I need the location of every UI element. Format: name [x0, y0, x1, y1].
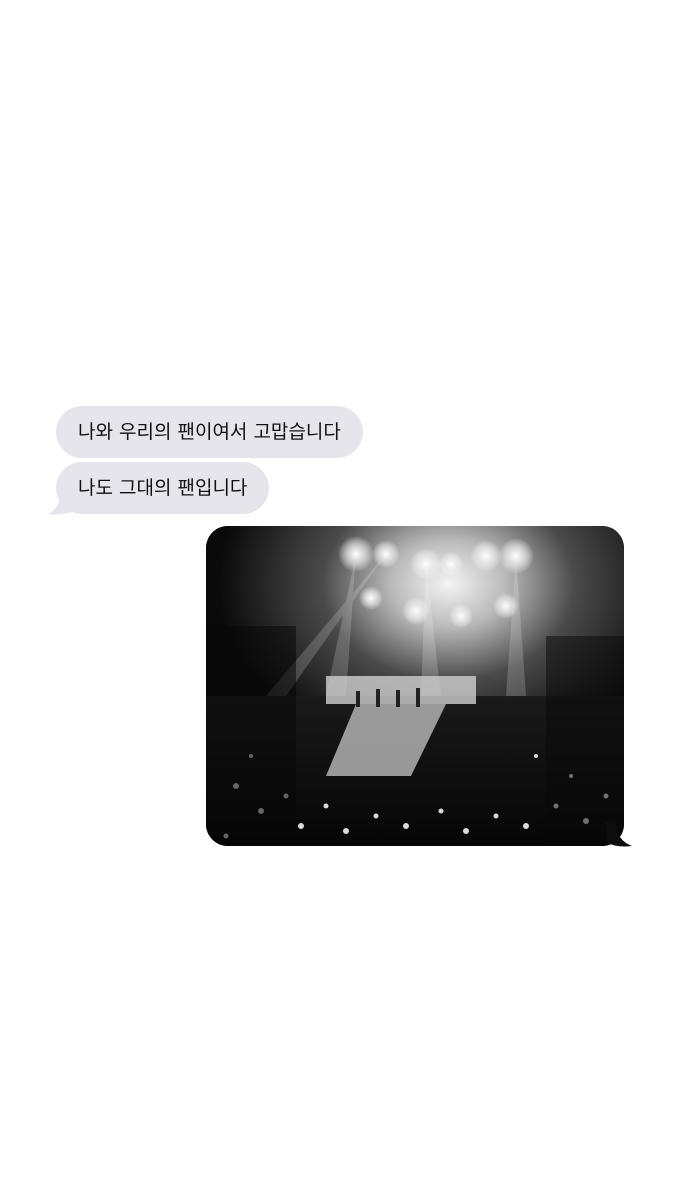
concert-stage-photo	[206, 526, 624, 846]
incoming-bubble-tail	[48, 494, 76, 515]
outgoing-photo-message[interactable]	[206, 526, 624, 846]
message-thread: 나와 우리의 팬이여서 고맙습니다 나도 그대의 팬입니다	[0, 0, 675, 1200]
incoming-message-bubble[interactable]: 나도 그대의 팬입니다	[56, 462, 270, 514]
incoming-message-bubble[interactable]: 나와 우리의 팬이여서 고맙습니다	[56, 406, 363, 458]
outgoing-bubble-tail	[606, 822, 632, 847]
